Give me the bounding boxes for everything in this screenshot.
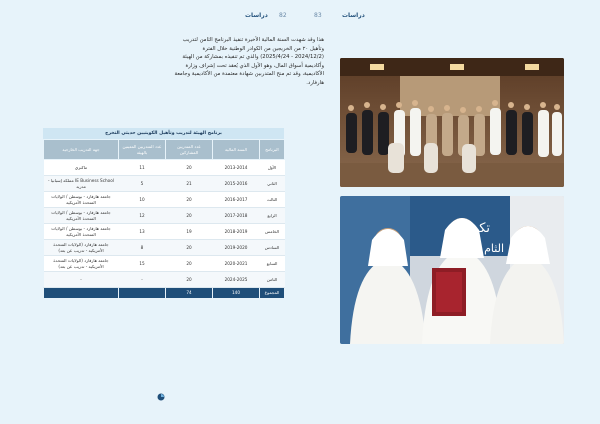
cell-provider: جامعة هارفارد (الولايات المتحدة الأمريكي… [43, 239, 119, 256]
cell-hired: 8 [118, 239, 166, 256]
cell-year: 2020-2021 [212, 255, 260, 272]
table-row: السادس 2019-2020 20 8 جامعة هارفارد (الو… [43, 239, 285, 256]
cell-year: 2013-2014 [212, 159, 260, 176]
cell-year: 2017-2018 [212, 207, 260, 224]
total-hired: 74 [165, 287, 213, 299]
col-participants: عدد المتدربين المشاركين [165, 139, 213, 160]
cell-participants: 21 [165, 175, 213, 192]
cell-provider: جامعة هارفارد - بوسطن / الولايات المتحدة… [43, 207, 119, 224]
page-number-left: 82 [279, 12, 287, 19]
table-row: الرابع 2017-2018 20 12 جامعة هارفارد - ب… [43, 207, 285, 224]
cell-provider: جامعة هارفارد - بوسطن / الولايات المتحدة… [43, 223, 119, 240]
cell-program: السادس [259, 239, 285, 256]
total-participants: 140 [212, 287, 260, 299]
cell-program: الأول [259, 159, 285, 176]
col-fiscal-year: السنة المالية [212, 139, 260, 160]
cell-participants: 20 [165, 159, 213, 176]
group-photo [340, 58, 564, 187]
cell-provider: ماكنزي [43, 159, 119, 176]
cell-year: 2016-2017 [212, 191, 260, 208]
publication-logo-icon [157, 393, 165, 401]
cell-participants: 20 [165, 191, 213, 208]
cell-participants: 20 [165, 239, 213, 256]
table-header-row: البرنامج السنة المالية عدد المتدربين الم… [43, 139, 285, 160]
table-row: الأول 2013-2014 20 11 ماكنزي [43, 159, 285, 176]
table-row: الثامن 2024-2025 20 - - [43, 271, 285, 288]
cell-program: الثالث [259, 191, 285, 208]
cell-program: الرابع [259, 207, 285, 224]
cell-hired: - [118, 271, 166, 288]
table-row: الثالث 2016-2017 20 10 جامعة هارفارد - ب… [43, 191, 285, 208]
cell-year: 2019-2020 [212, 239, 260, 256]
section-label-left: دراسات [245, 12, 268, 19]
table-row: السابع 2020-2021 20 15 جامعة هارفارد (ال… [43, 255, 285, 272]
cell-hired: 10 [118, 191, 166, 208]
cell-year: 2024-2025 [212, 271, 260, 288]
banner-text-2: الثام [484, 242, 504, 255]
total-empty [43, 287, 119, 299]
col-training-provider: جهة التدريب الخارجية [43, 139, 119, 160]
total-empty [118, 287, 166, 299]
award-ceremony-photo: تكريم الثام [340, 196, 564, 344]
cell-year: 2018-2019 [212, 223, 260, 240]
cell-participants: 19 [165, 223, 213, 240]
cell-hired: 15 [118, 255, 166, 272]
col-hired: عدد المتدربين المعينين بالهيئة [118, 139, 166, 160]
table-total-row: المجموع 140 74 [43, 287, 285, 299]
table-row: الخامس 2018-2019 19 13 جامعة هارفارد - ب… [43, 223, 285, 240]
cell-provider: جامعة هارفارد (الولايات المتحدة الأمريكي… [43, 255, 119, 272]
cell-program: الثامن [259, 271, 285, 288]
cell-participants: 20 [165, 207, 213, 224]
cell-program: السابع [259, 255, 285, 272]
cell-hired: 13 [118, 223, 166, 240]
section-label-right: دراسات [342, 12, 365, 19]
cell-year: 2015-2016 [212, 175, 260, 192]
cell-provider: - [43, 271, 119, 288]
cell-program: الخامس [259, 223, 285, 240]
cell-hired: 12 [118, 207, 166, 224]
cell-hired: 5 [118, 175, 166, 192]
cell-program: الثاني [259, 175, 285, 192]
total-label: المجموع [259, 287, 285, 299]
cell-provider: IE Business School مملكة إسبانيا - مدريد [43, 175, 119, 192]
col-program: البرنامج [259, 139, 285, 160]
cell-provider: جامعة هارفارد - بوسطن / الولايات المتحدة… [43, 191, 119, 208]
training-table: برنامج الهيئة لتدريب وتأهيل الكويتيين حد… [43, 128, 285, 299]
page-number-right: 83 [314, 12, 322, 19]
cell-hired: 11 [118, 159, 166, 176]
table-title: برنامج الهيئة لتدريب وتأهيل الكويتيين حد… [43, 128, 284, 139]
cell-participants: 20 [165, 271, 213, 288]
cell-participants: 20 [165, 255, 213, 272]
body-paragraph: هذا وقد شهدت السنة المالية الأخيرة تنفيذ… [174, 37, 324, 86]
table-row: الثاني 2015-2016 21 5 IE Business School… [43, 175, 285, 192]
